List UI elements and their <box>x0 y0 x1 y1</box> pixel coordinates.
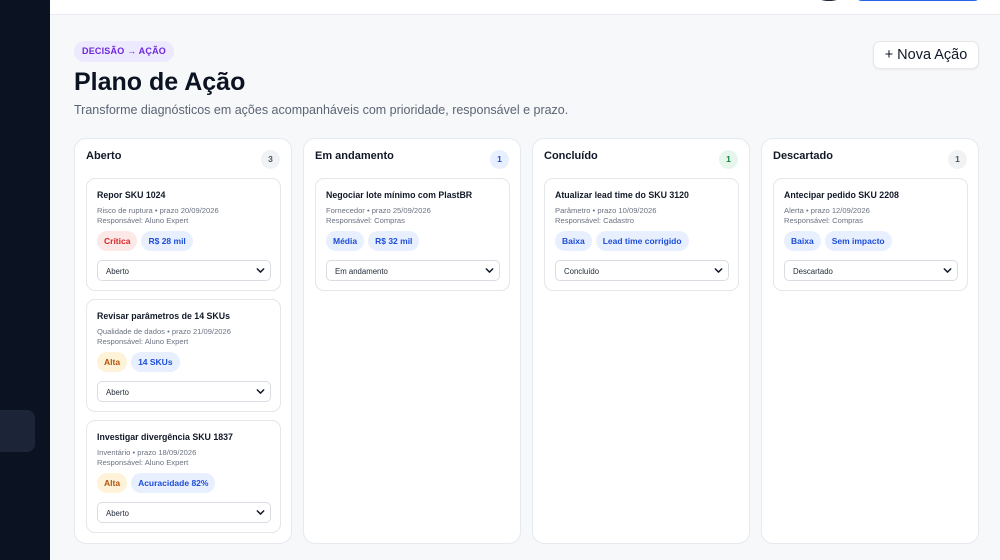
priority-tag: Baixa <box>555 231 592 251</box>
card-meta: Risco de ruptura • prazo 20/09/2026 <box>97 206 219 215</box>
card-meta: Alerta • prazo 12/09/2026 <box>784 206 870 215</box>
status-select-value: Aberto <box>106 509 129 518</box>
chevron-down-icon <box>256 389 265 394</box>
status-select-value: Concluído <box>564 267 600 276</box>
card-responsible: Responsável: Compras <box>784 216 863 225</box>
chevron-down-icon <box>943 268 952 273</box>
card-title: Antecipar pedido SKU 2208 <box>784 190 899 200</box>
column-count-badge: 1 <box>948 150 967 169</box>
column-aberto: Aberto 3 Repor SKU 1024 Risco de ruptura… <box>74 138 292 544</box>
action-card[interactable]: Negociar lote mínimo com PlastBR Fornece… <box>315 178 510 291</box>
chevron-down-icon <box>256 268 265 273</box>
card-responsible: Responsável: Aluno Expert <box>97 216 189 225</box>
card-title: Repor SKU 1024 <box>97 190 166 200</box>
impact-tag: Acuracidade 82% <box>131 473 216 493</box>
chevron-down-icon <box>485 268 494 273</box>
action-card[interactable]: Atualizar lead time do SKU 3120 Parâmetr… <box>544 178 739 291</box>
new-action-button[interactable]: + Nova Ação <box>873 41 979 69</box>
column-count-badge: 1 <box>719 150 738 169</box>
status-select[interactable]: Em andamento <box>326 260 500 281</box>
card-meta: Inventário • prazo 18/09/2026 <box>97 448 197 457</box>
column-count-badge: 1 <box>490 150 509 169</box>
card-meta: Qualidade de dados • prazo 21/09/2026 <box>97 327 231 336</box>
status-select-value: Aberto <box>106 267 129 276</box>
card-responsible: Responsável: Aluno Expert <box>97 458 189 467</box>
column-title: Em andamento <box>315 150 394 162</box>
impact-tag: 14 SKUs <box>131 352 180 372</box>
card-responsible: Responsável: Cadastro <box>555 216 634 225</box>
impact-tag: R$ 28 mil <box>141 231 193 251</box>
priority-tag: Média <box>326 231 365 251</box>
priority-tag: Baixa <box>784 231 821 251</box>
card-title: Investigar divergência SKU 1837 <box>97 432 233 442</box>
page-title: Plano de Ação <box>74 68 246 96</box>
sidebar-active-item[interactable] <box>0 410 35 452</box>
column-concluido: Concluído 1 Atualizar lead time do SKU 3… <box>532 138 750 544</box>
impact-tag: Sem impacto <box>824 231 892 251</box>
action-card[interactable]: Investigar divergência SKU 1837 Inventár… <box>86 420 281 533</box>
priority-tag: Crítica <box>97 231 138 251</box>
card-meta: Fornecedor • prazo 25/09/2026 <box>326 206 431 215</box>
column-em-andamento: Em andamento 1 Negociar lote mínimo com … <box>303 138 521 544</box>
impact-tag: R$ 32 mil <box>368 231 420 251</box>
column-descartado: Descartado 1 Antecipar pedido SKU 2208 A… <box>761 138 979 544</box>
status-select[interactable]: Concluído <box>555 260 729 281</box>
top-primary-button[interactable] <box>856 0 980 1</box>
status-select-value: Descartado <box>793 267 833 276</box>
priority-tag: Alta <box>97 473 128 493</box>
column-title: Aberto <box>86 150 122 162</box>
page-subtitle: Transforme diagnósticos em ações acompan… <box>74 103 569 117</box>
action-card[interactable]: Revisar parâmetros de 14 SKUs Qualidade … <box>86 299 281 412</box>
action-card[interactable]: Repor SKU 1024 Risco de ruptura • prazo … <box>86 178 281 291</box>
card-title: Negociar lote mínimo com PlastBR <box>326 190 473 200</box>
chevron-down-icon <box>256 510 265 515</box>
card-title: Atualizar lead time do SKU 3120 <box>555 190 689 200</box>
impact-tag: Lead time corrigido <box>595 231 689 251</box>
priority-tag: Alta <box>97 352 128 372</box>
card-title: Revisar parâmetros de 14 SKUs <box>97 311 230 321</box>
action-card[interactable]: Antecipar pedido SKU 2208 Alerta • prazo… <box>773 178 968 291</box>
status-select-value: Em andamento <box>335 267 388 276</box>
status-select[interactable]: Descartado <box>784 260 958 281</box>
top-bar <box>50 0 1000 15</box>
column-title: Descartado <box>773 150 833 162</box>
card-responsible: Responsável: Aluno Expert <box>97 337 189 346</box>
card-meta: Parâmetro • prazo 10/09/2026 <box>555 206 657 215</box>
chevron-down-icon <box>714 268 723 273</box>
status-select[interactable]: Aberto <box>97 502 271 523</box>
avatar[interactable] <box>816 0 842 1</box>
status-select[interactable]: Aberto <box>97 381 271 402</box>
column-count-badge: 3 <box>261 150 280 169</box>
section-badge: DECISÃO → AÇÃO <box>74 41 174 62</box>
sidebar <box>0 0 50 560</box>
status-select-value: Aberto <box>106 388 129 397</box>
card-responsible: Responsável: Compras <box>326 216 405 225</box>
status-select[interactable]: Aberto <box>97 260 271 281</box>
column-title: Concluído <box>544 150 598 162</box>
